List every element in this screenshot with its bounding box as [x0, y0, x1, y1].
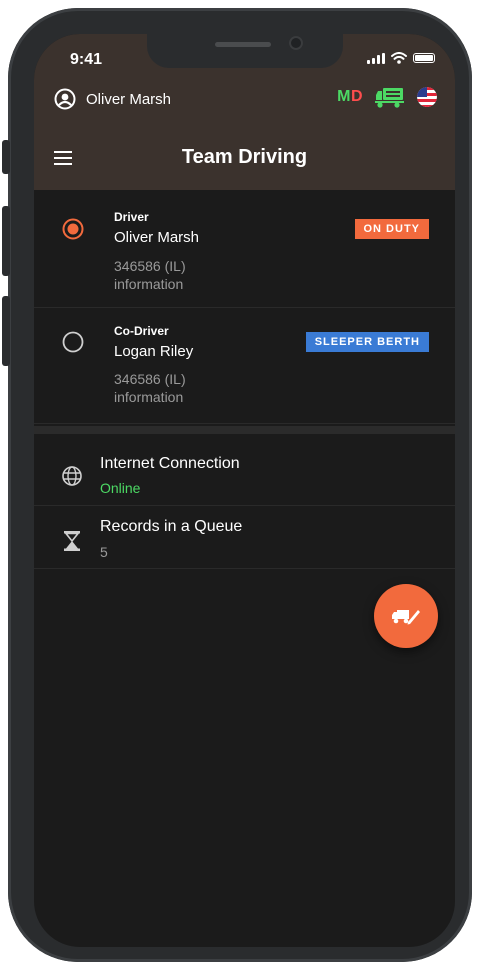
status-icons [367, 52, 435, 64]
front-camera [289, 36, 303, 50]
co-driver-role: Co-Driver [114, 324, 169, 338]
change-duty-fab-button[interactable] [374, 584, 438, 648]
driver-name: Oliver Marsh [114, 229, 200, 246]
volume-down-button [2, 296, 10, 366]
md-indicator[interactable]: MD [337, 88, 363, 106]
status-badge-on-duty: ON DUTY [354, 219, 429, 239]
internet-connection-value: Online [100, 480, 141, 496]
us-flag-icon[interactable] [417, 87, 437, 107]
internet-connection-label: Internet Connection [100, 455, 240, 472]
driver-role: Driver [114, 210, 149, 224]
speaker-grille [215, 42, 271, 47]
truck-icon[interactable] [375, 86, 405, 108]
user-name: Oliver Marsh [86, 90, 172, 108]
status-time: 9:41 [70, 51, 103, 68]
co-driver-info: information [114, 389, 184, 405]
driver-row-driver[interactable]: Driver Oliver Marsh 346586 (IL) informat… [34, 191, 455, 308]
records-queue-row: Records in a Queue 5 [34, 506, 455, 569]
internet-connection-row: Internet Connection Online [34, 443, 455, 506]
current-user[interactable]: Oliver Marsh [54, 88, 171, 110]
radio-selected-icon[interactable] [62, 218, 84, 240]
status-badge-sleeper-berth: SLEEPER BERTH [305, 332, 429, 352]
wifi-icon [391, 52, 407, 64]
volume-up-button [2, 206, 10, 276]
records-queue-label: Records in a Queue [100, 518, 243, 535]
driver-row-co-driver[interactable]: Co-Driver Logan Riley 346586 (IL) inform… [34, 307, 455, 424]
hourglass-icon [64, 531, 80, 551]
records-queue-value: 5 [100, 544, 108, 560]
globe-icon [62, 466, 82, 486]
section-divider [34, 426, 455, 434]
app-screen: 9:41 Oliver Marsh MD Team Driving Driver… [34, 34, 455, 947]
mute-switch [2, 140, 10, 174]
co-driver-name: Logan Riley [114, 343, 194, 360]
driver-license: 346586 (IL) [114, 258, 186, 274]
co-driver-license: 346586 (IL) [114, 371, 186, 387]
device-notch [147, 34, 343, 68]
driver-info: information [114, 276, 184, 292]
radio-unselected-icon[interactable] [62, 331, 84, 353]
page-title: Team Driving [181, 146, 308, 168]
signal-icon [367, 52, 385, 64]
battery-icon [413, 53, 435, 63]
user-circle-icon [54, 88, 76, 110]
header-status-group: MD [337, 86, 437, 108]
truck-edit-icon [392, 610, 420, 625]
